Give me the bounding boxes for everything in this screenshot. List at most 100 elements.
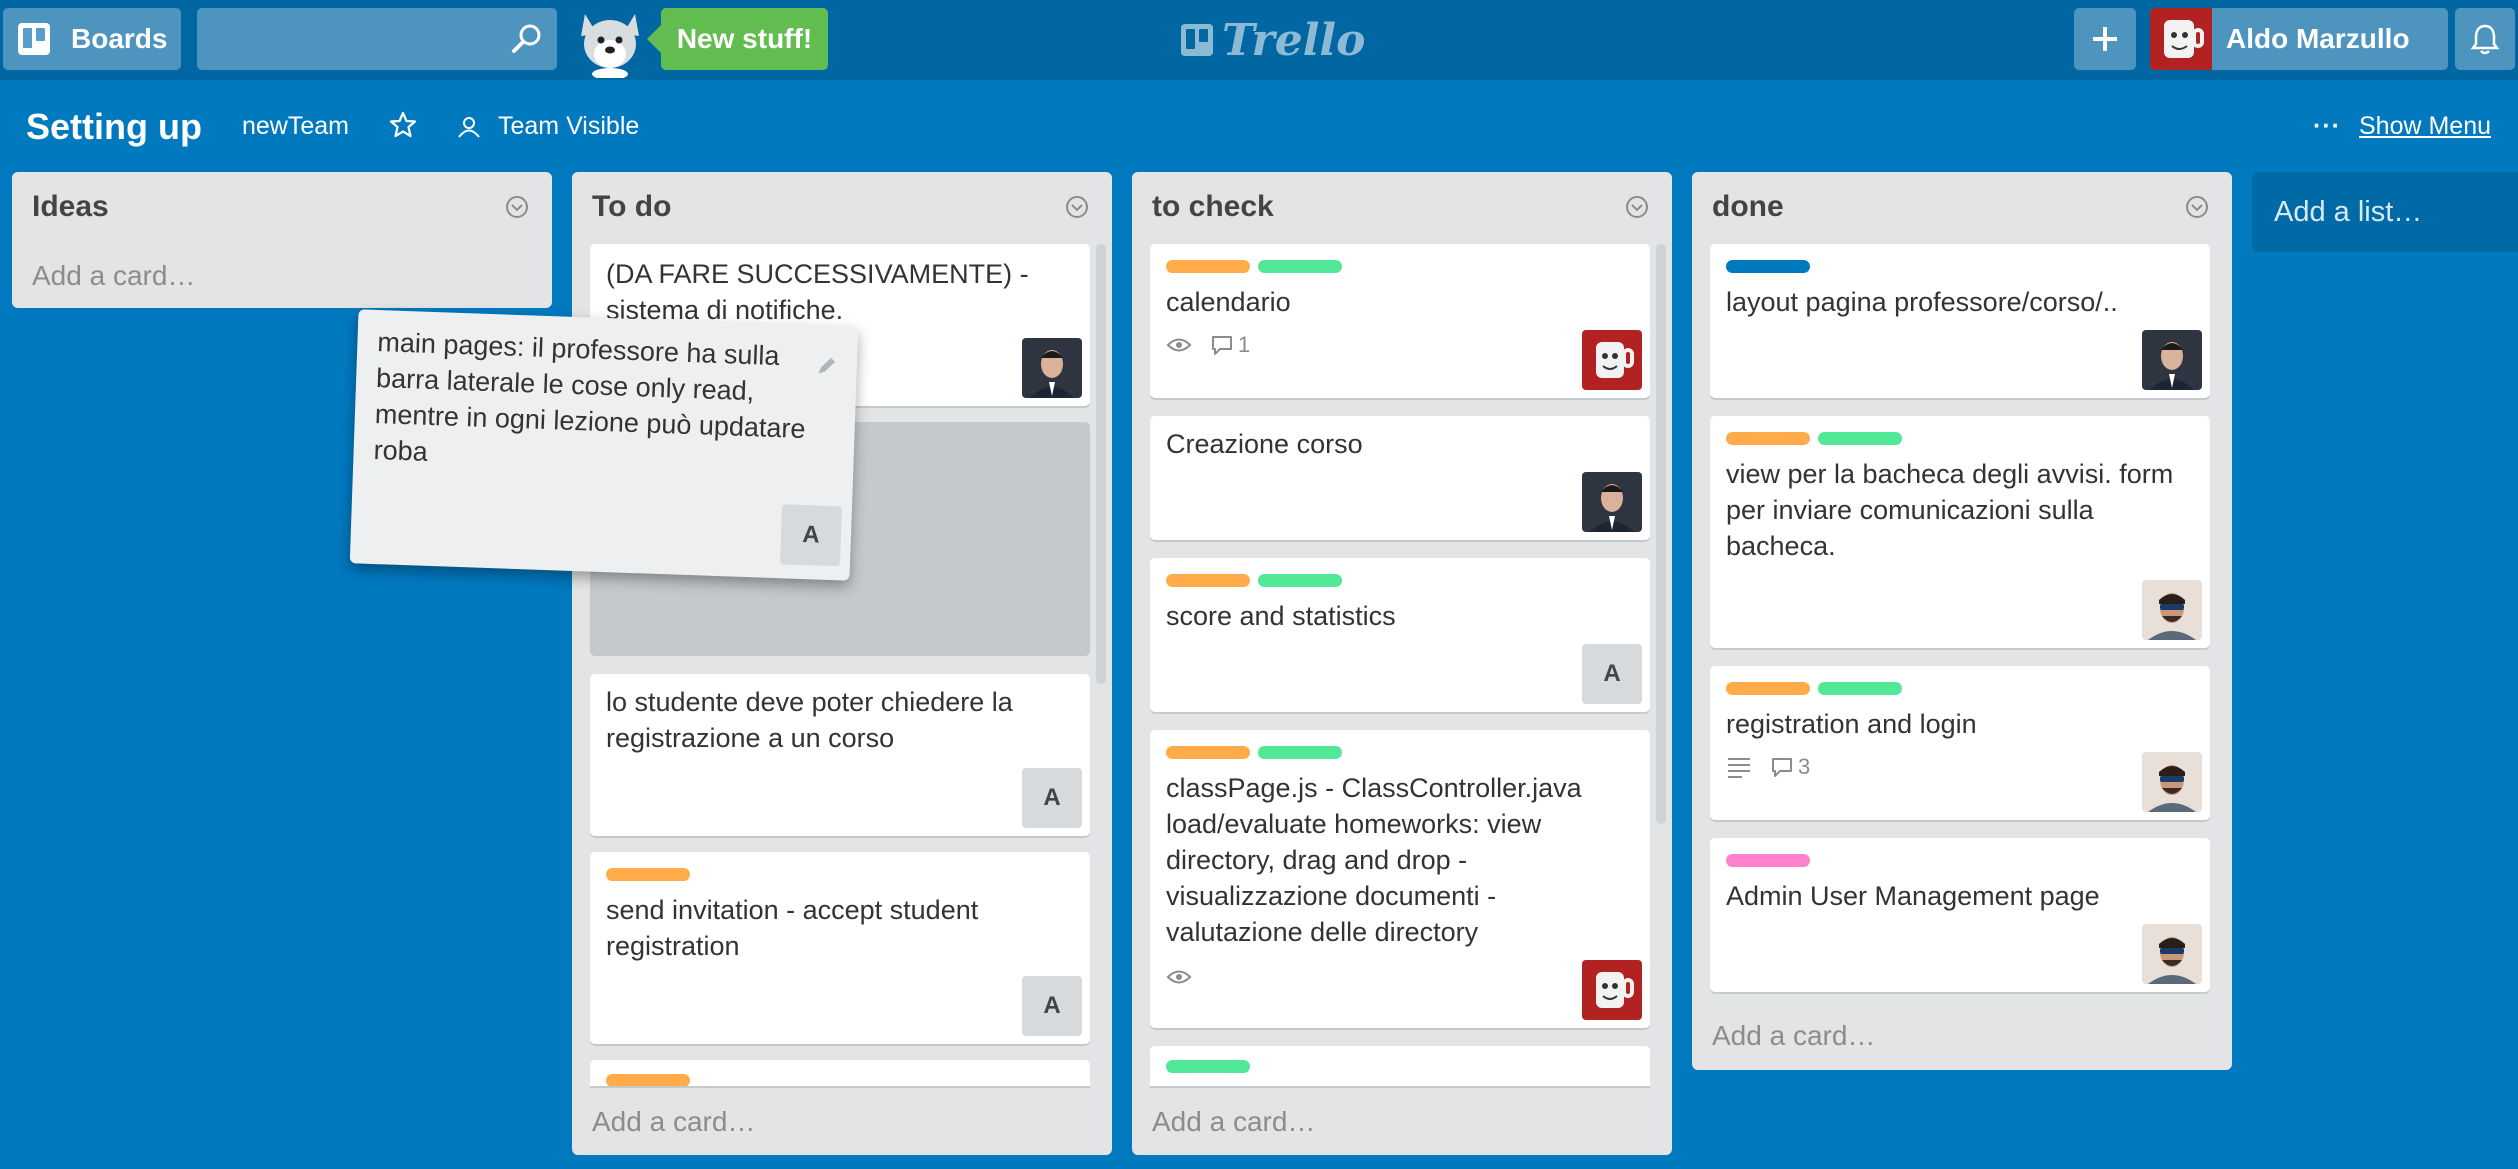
card[interactable]: score and statistics A xyxy=(1150,558,1650,712)
member-avatar[interactable]: A xyxy=(1022,976,1082,1036)
comment-count: 1 xyxy=(1238,332,1251,357)
bell-icon xyxy=(2470,24,2500,55)
card-badges: 3 xyxy=(1726,754,1810,780)
more-dots-icon: ··· xyxy=(2313,112,2341,140)
list-title[interactable]: done xyxy=(1712,190,1784,224)
plus-icon xyxy=(2093,27,2117,51)
list-menu-icon[interactable] xyxy=(2184,194,2210,220)
create-button[interactable] xyxy=(2074,8,2136,70)
star-icon[interactable] xyxy=(388,110,418,140)
card[interactable]: lo studente deve poter chiedere la regis… xyxy=(590,674,1090,836)
comment-icon xyxy=(1212,336,1232,355)
member-avatar[interactable]: A xyxy=(1022,768,1082,828)
watch-eye-icon xyxy=(1166,970,1192,984)
trello-logo-text: Trello xyxy=(1222,14,1366,66)
member-avatar[interactable]: A xyxy=(1582,644,1642,704)
card[interactable]: Creazione corso xyxy=(1150,416,1650,540)
label-green xyxy=(1258,746,1342,759)
card[interactable]: layout pagina professore/corso/.. xyxy=(1710,244,2210,398)
add-card-link[interactable]: Add a card… xyxy=(1712,1020,1875,1052)
card-title: registration and login xyxy=(1726,709,1977,739)
card-title: Admin User Management page xyxy=(1726,881,2100,911)
member-avatar[interactable] xyxy=(2142,330,2202,390)
board-team[interactable]: newTeam xyxy=(242,112,349,141)
member-avatar[interactable] xyxy=(2142,752,2202,812)
user-avatar xyxy=(2150,8,2212,70)
list-menu-icon[interactable] xyxy=(1064,194,1090,220)
boards-button[interactable]: Boards xyxy=(3,8,181,70)
member-avatar[interactable] xyxy=(1582,960,1642,1020)
show-menu-button[interactable]: ··· Show Menu xyxy=(2313,112,2491,141)
card[interactable]: Admin User Management page xyxy=(1710,838,2210,992)
member-avatar[interactable] xyxy=(1022,338,1082,398)
card[interactable]: calendario 1 xyxy=(1150,244,1650,398)
label-green xyxy=(1818,432,1902,445)
card-title: layout pagina professore/corso/.. xyxy=(1726,287,2118,317)
label-orange xyxy=(1166,746,1250,759)
label-orange xyxy=(606,1074,690,1086)
member-avatar[interactable] xyxy=(2142,580,2202,640)
add-card-link[interactable]: Add a card… xyxy=(592,1106,755,1138)
card[interactable]: view per la bacheca degli avvisi. form p… xyxy=(1710,416,2210,648)
member-avatar[interactable] xyxy=(1582,330,1642,390)
add-card-link[interactable]: Add a card… xyxy=(1152,1106,1315,1138)
card[interactable] xyxy=(1150,1046,1650,1086)
card-title: Creazione corso xyxy=(1166,429,1363,459)
taco-mascot-icon[interactable] xyxy=(575,6,645,78)
card-title: calendario xyxy=(1166,287,1291,317)
list-title[interactable]: To do xyxy=(592,190,671,224)
card-badges: 1 xyxy=(1166,332,1250,358)
card-title: send invitation - accept student registr… xyxy=(606,895,979,961)
label-orange xyxy=(606,868,690,881)
card-title: score and statistics xyxy=(1166,601,1396,631)
user-name: Aldo Marzullo xyxy=(2226,23,2410,54)
card-title: (DA FARE SUCCESSIVAMENTE) - sistema di n… xyxy=(606,259,1029,325)
card[interactable] xyxy=(590,1060,1090,1086)
edit-pencil-icon[interactable] xyxy=(814,353,839,378)
user-menu-button[interactable]: Aldo Marzullo xyxy=(2150,8,2448,70)
notifications-button[interactable] xyxy=(2455,8,2515,70)
label-orange xyxy=(1166,574,1250,587)
card[interactable]: send invitation - accept student registr… xyxy=(590,852,1090,1044)
new-stuff-button[interactable]: New stuff! xyxy=(647,8,828,70)
label-orange xyxy=(1726,682,1810,695)
show-menu-label: Show Menu xyxy=(2358,112,2492,140)
list-title[interactable]: to check xyxy=(1152,190,1274,224)
add-card-link[interactable]: Add a card… xyxy=(32,260,195,292)
member-avatar[interactable] xyxy=(1582,472,1642,532)
search-input[interactable] xyxy=(197,8,557,70)
card[interactable]: classPage.js - ClassController.java load… xyxy=(1150,730,1650,1028)
card-title: view per la bacheca degli avvisi. form p… xyxy=(1726,459,2174,561)
board-title[interactable]: Setting up xyxy=(26,106,202,148)
boards-label: Boards xyxy=(71,23,168,54)
board-visibility-button[interactable]: Team Visible xyxy=(456,112,639,141)
label-green xyxy=(1258,574,1342,587)
member-avatar[interactable]: A xyxy=(779,504,843,567)
list-menu-icon[interactable] xyxy=(1624,194,1650,220)
label-green xyxy=(1258,260,1342,273)
label-orange xyxy=(1166,260,1250,273)
card-badges xyxy=(1166,968,1192,986)
card[interactable]: registration and login 3 xyxy=(1710,666,2210,820)
list-menu-icon[interactable] xyxy=(504,194,530,220)
label-green xyxy=(1818,682,1902,695)
add-list-button[interactable]: Add a list… xyxy=(2252,172,2518,252)
board-visibility-label: Team Visible xyxy=(498,112,640,140)
description-icon xyxy=(1728,758,1750,778)
dragging-card[interactable]: main pages: il professore ha sulla barra… xyxy=(349,309,859,581)
label-orange xyxy=(1726,432,1810,445)
list-scrollbar[interactable] xyxy=(1656,244,1666,824)
list-scrollbar[interactable] xyxy=(1096,244,1106,684)
list-to-check: to check calendario 1 Creazione corso sc… xyxy=(1132,172,1672,1155)
trello-logo[interactable]: Trello xyxy=(1180,14,1366,66)
search-icon xyxy=(512,24,541,53)
card-title: main pages: il professore ha sulla barra… xyxy=(373,327,807,467)
label-blue xyxy=(1726,260,1810,273)
member-avatar[interactable] xyxy=(2142,924,2202,984)
card-title: classPage.js - ClassController.java load… xyxy=(1166,773,1582,947)
list-done: done layout pagina professore/corso/.. v… xyxy=(1692,172,2232,1070)
label-pink xyxy=(1726,854,1810,867)
label-green xyxy=(1166,1060,1250,1073)
comment-count: 3 xyxy=(1798,754,1811,779)
list-title[interactable]: Ideas xyxy=(32,190,109,224)
